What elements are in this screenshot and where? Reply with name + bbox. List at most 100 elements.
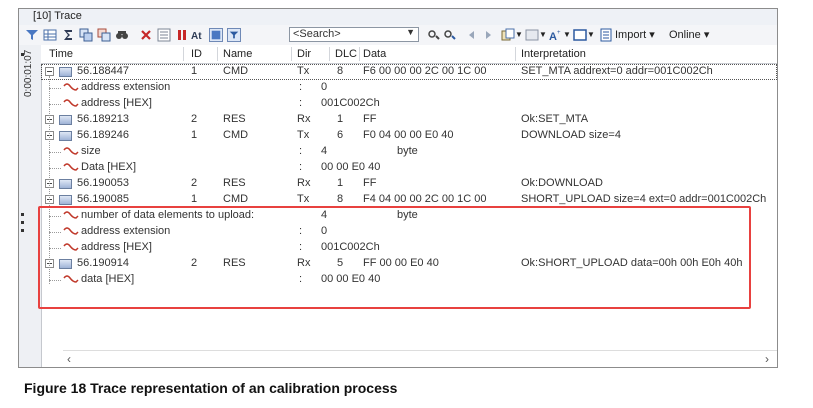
scroll-right-icon[interactable]: › <box>765 352 769 366</box>
message-row[interactable]: 56.190053 2 RES Rx 1 FF Ok:DOWNLOAD <box>41 176 777 192</box>
signal-name: Data [HEX] <box>81 161 137 173</box>
cell-interp: SHORT_UPLOAD size=4 ext=0 addr=001C002Ch <box>521 193 767 205</box>
copy-icon[interactable] <box>501 28 515 42</box>
font-size-icon[interactable]: A + <box>549 28 563 42</box>
scroll-left-icon[interactable]: ‹ <box>67 352 71 366</box>
search-forward-icon[interactable] <box>427 28 441 42</box>
next-icon[interactable] <box>481 28 495 42</box>
signal-separator: : <box>299 97 303 109</box>
cell-data: FF 00 00 E0 40 <box>363 257 439 269</box>
time-strip-label: 0:00:01:07 <box>23 49 34 97</box>
clear-icon[interactable] <box>139 28 153 42</box>
column-name[interactable]: Name <box>223 48 252 60</box>
chevron-down-icon[interactable]: ▼ <box>563 30 571 39</box>
tree-expand-icon[interactable] <box>79 28 93 42</box>
signal-row[interactable]: size: 4 byte <box>41 144 777 160</box>
signal-icon <box>63 99 79 107</box>
filter-icon[interactable] <box>25 28 39 42</box>
import-button[interactable]: Import ▾ <box>615 28 655 41</box>
online-button[interactable]: Online ▾ <box>669 28 709 41</box>
search-backward-icon[interactable] <box>443 28 457 42</box>
import-icon[interactable] <box>599 28 613 42</box>
signal-row[interactable]: data [HEX]: 00 00 E0 40 <box>41 272 777 288</box>
column-time[interactable]: Time <box>49 48 73 60</box>
svg-text:At: At <box>191 31 202 42</box>
signal-value: 4 <box>321 209 328 221</box>
cell-time: 56.189246 <box>77 129 129 141</box>
cell-data: FF <box>363 113 377 125</box>
svg-text:A: A <box>549 31 557 42</box>
grid-view-icon[interactable] <box>43 28 57 42</box>
signal-row[interactable]: Data [HEX]: 00 00 E0 40 <box>41 160 777 176</box>
strip-marker <box>21 213 24 216</box>
column-interpretation[interactable]: Interpretation <box>521 48 586 60</box>
signal-separator: : <box>299 273 303 285</box>
cell-interp: Ok:DOWNLOAD <box>521 177 603 189</box>
tree-line <box>49 76 50 284</box>
previous-icon[interactable] <box>465 28 479 42</box>
layout-icon[interactable] <box>573 28 587 42</box>
horizontal-scrollbar[interactable]: ‹ › <box>63 350 777 367</box>
signal-unit: byte <box>397 145 418 157</box>
message-row[interactable]: 56.189246 1 CMD Tx 6 F0 04 00 00 E0 40 DOWNLOA… <box>41 128 777 144</box>
strip-marker <box>21 53 24 56</box>
signal-icon <box>63 243 79 251</box>
chevron-down-icon[interactable]: ▼ <box>539 30 547 39</box>
tree-connector <box>49 232 61 233</box>
window-titlebar: [10] Trace <box>19 9 777 26</box>
cell-dlc: 6 <box>337 129 344 141</box>
chronological-view-icon[interactable] <box>209 28 223 42</box>
cell-interp: Ok:SET_MTA <box>521 113 589 125</box>
tree-connector <box>49 248 61 249</box>
signal-separator: : <box>299 81 303 93</box>
message-row[interactable]: 56.190914 2 RES Rx 5 FF 00 00 E0 40 Ok:SHORT_U… <box>41 256 777 272</box>
chevron-down-icon[interactable]: ▼ <box>406 27 415 37</box>
signal-row[interactable]: address extension: 0 <box>41 224 777 240</box>
toolbar: At <Search> ▼ ▼ ▼ A + ▼ ▼ Import ▾ Online… <box>19 25 777 46</box>
signal-name: address [HEX] <box>81 241 152 253</box>
tree-connector <box>49 152 61 153</box>
signal-row[interactable]: address [HEX]: 001C002Ch <box>41 96 777 112</box>
signal-unit: byte <box>397 209 418 221</box>
message-row[interactable]: 56.190085 1 CMD Tx 8 F4 04 00 00 2C 00 1C 00 S… <box>41 192 777 208</box>
signal-row[interactable]: address extension: 0 <box>41 80 777 96</box>
detail-view-icon[interactable] <box>157 28 171 42</box>
cell-interp: Ok:SHORT_UPLOAD data=00h 00h E0h 40h <box>521 257 743 269</box>
search-input[interactable]: <Search> ▼ <box>289 27 419 42</box>
column-dir[interactable]: Dir <box>297 48 311 60</box>
message-icon <box>59 115 72 125</box>
message-row[interactable]: 56.189213 2 RES Rx 1 FF Ok:SET_MTA <box>41 112 777 128</box>
tree-collapse-icon[interactable] <box>97 28 111 42</box>
chevron-down-icon[interactable]: ▼ <box>515 30 523 39</box>
chevron-down-icon[interactable]: ▼ <box>587 30 595 39</box>
trace-grid[interactable]: Time ID Name Dir DLC Data Interpretation… <box>41 45 777 367</box>
signal-icon <box>63 275 79 283</box>
cell-id: 1 <box>191 129 198 141</box>
tree-connector <box>49 280 61 281</box>
cell-dir: Tx <box>297 193 310 205</box>
column-data[interactable]: Data <box>363 48 386 60</box>
time-format-icon[interactable]: At <box>191 28 205 42</box>
signal-name: address extension <box>81 81 171 93</box>
cell-time: 56.189213 <box>77 113 129 125</box>
cell-time: 56.190914 <box>77 257 129 269</box>
cell-dlc: 1 <box>337 177 344 189</box>
column-dlc[interactable]: DLC <box>335 48 357 60</box>
sigma-icon[interactable] <box>61 28 75 42</box>
signal-separator: : <box>299 145 303 157</box>
cell-id: 2 <box>191 177 198 189</box>
time-strip: 0:00:01:07 <box>19 45 42 367</box>
find-icon[interactable] <box>115 28 129 42</box>
pause-icon[interactable] <box>175 28 189 42</box>
signal-row[interactable]: number of data elements to upload: 4 byte <box>41 208 777 224</box>
svg-text:+: + <box>557 30 561 36</box>
signal-separator: : <box>299 225 303 237</box>
tree-connector <box>49 88 61 89</box>
signal-icon <box>63 211 79 219</box>
signal-value: 4 <box>321 145 328 157</box>
columns-icon[interactable] <box>525 28 539 42</box>
column-id[interactable]: ID <box>191 48 202 60</box>
signal-row[interactable]: address [HEX]: 001C002Ch <box>41 240 777 256</box>
fixed-position-icon[interactable] <box>227 28 241 42</box>
cell-name: RES <box>223 177 246 189</box>
